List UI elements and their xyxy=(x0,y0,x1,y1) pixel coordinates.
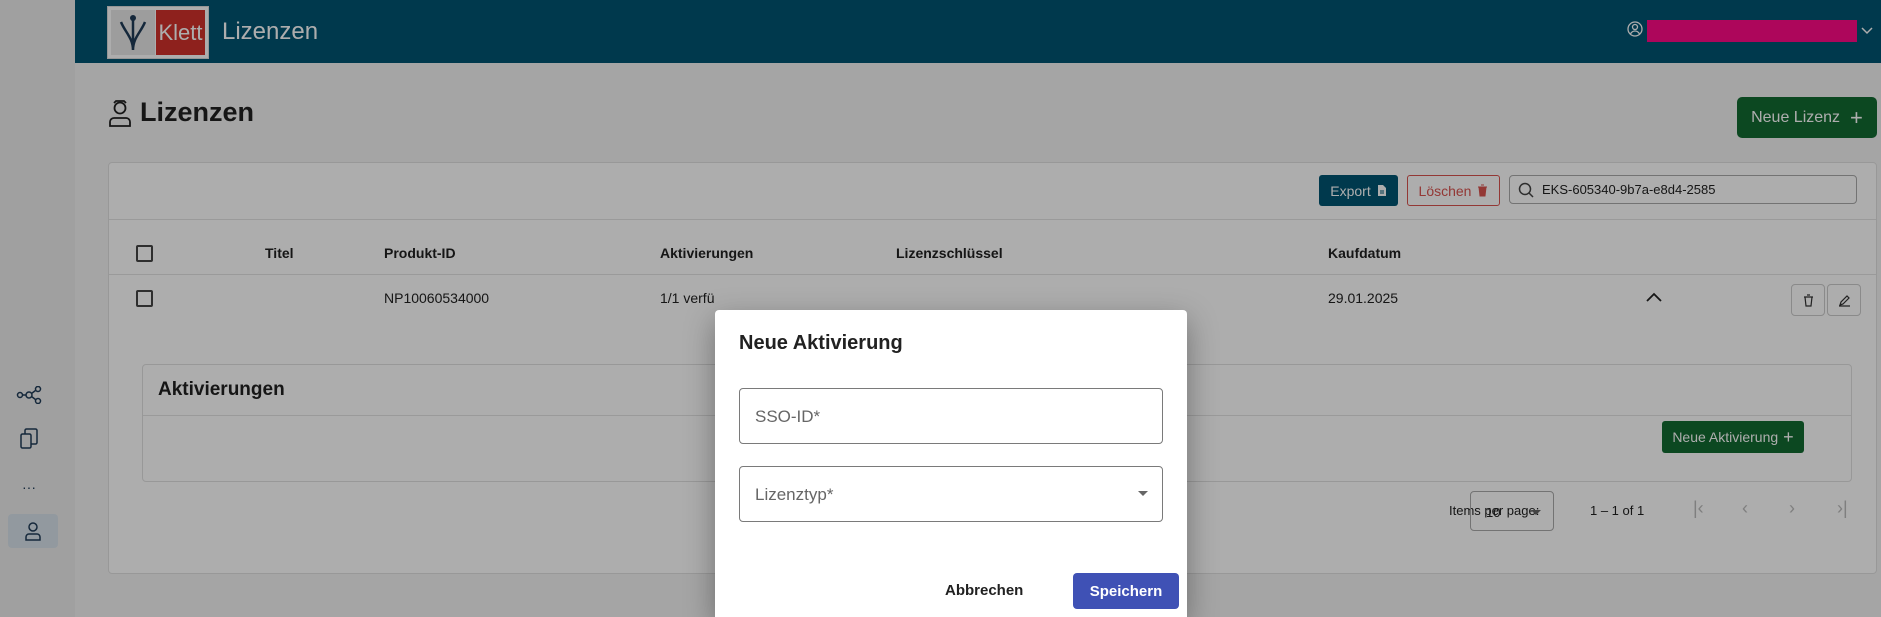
cancel-button[interactable]: Abbrechen xyxy=(945,582,1023,599)
license-type-select[interactable]: Lizenztyp* xyxy=(739,466,1163,522)
sso-id-field[interactable]: SSO-ID* xyxy=(739,388,1163,444)
license-type-placeholder: Lizenztyp* xyxy=(755,485,834,504)
save-button[interactable]: Speichern xyxy=(1073,573,1179,609)
sso-id-placeholder: SSO-ID* xyxy=(755,407,821,426)
dialog-title: Neue Aktivierung xyxy=(739,332,903,354)
new-activation-dialog: Neue Aktivierung SSO-ID* Lizenztyp* Abbr… xyxy=(715,310,1187,617)
dropdown-arrow-icon xyxy=(1138,491,1148,496)
